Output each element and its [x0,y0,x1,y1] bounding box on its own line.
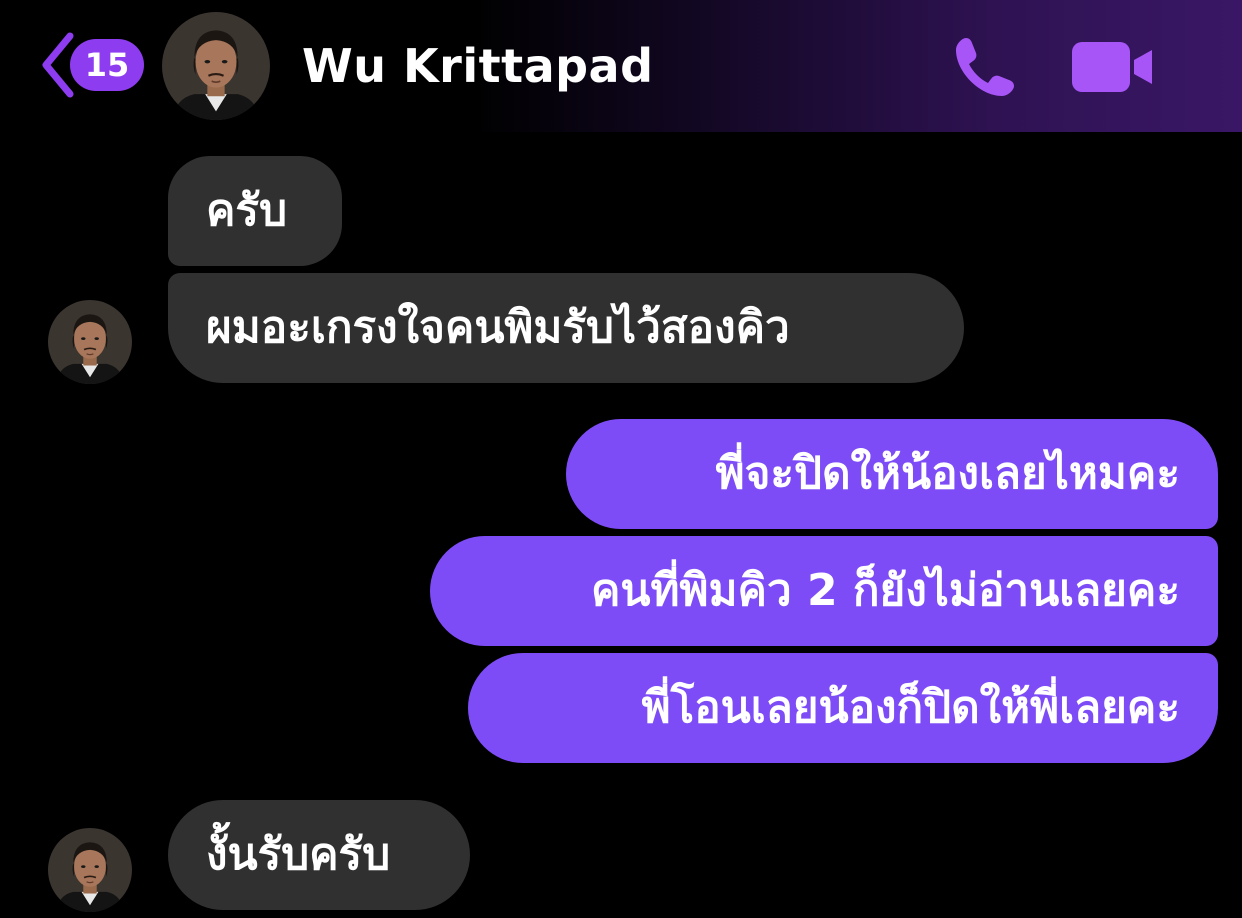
call-button[interactable] [950,32,1020,102]
chat-header: 15 Wu Krittapad [0,0,1242,132]
incoming-message[interactable]: ผมอะเกรงใจคนพิมรับไว้สองคิว [168,273,964,383]
incoming-message[interactable]: ครับ [168,156,342,266]
avatar[interactable] [162,12,270,120]
unread-count-badge[interactable]: 15 [70,39,144,91]
outgoing-message[interactable]: พี่จะปิดให้น้องเลยไหมคะ [566,419,1218,529]
contact-name[interactable]: Wu Krittapad [302,36,654,96]
outgoing-message[interactable]: พี่โอนเลยน้องก็ปิดให้พี่เลยคะ [468,653,1218,763]
video-call-button[interactable] [1072,40,1156,94]
incoming-message[interactable]: งั้นรับครับ [168,800,470,910]
sender-avatar[interactable] [48,828,132,912]
sender-avatar[interactable] [48,300,132,384]
outgoing-message[interactable]: คนที่พิมคิว 2 ก็ยังไม่อ่านเลยคะ [430,536,1218,646]
phone-icon[interactable] [950,32,1020,102]
video-camera-icon[interactable] [1072,40,1156,94]
